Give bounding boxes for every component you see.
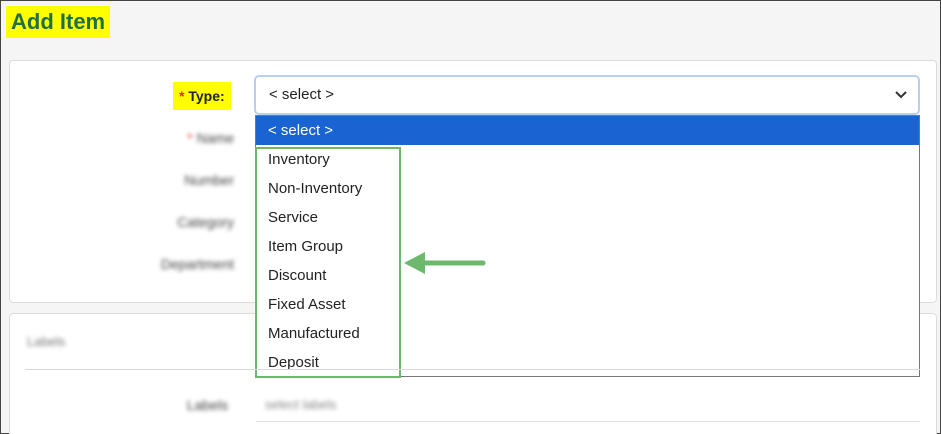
type-label-text: Type: xyxy=(188,88,225,104)
category-field-label: Category xyxy=(177,214,234,230)
name-required-marker: * xyxy=(187,130,193,146)
labels-divider xyxy=(25,369,920,370)
labels-input[interactable]: select labels xyxy=(265,397,337,412)
type-field-label: * Type: xyxy=(173,82,231,110)
name-field-label: * Name xyxy=(187,130,234,146)
labels-field-label: Labels xyxy=(186,397,228,413)
option-item-group[interactable]: Item Group xyxy=(256,232,919,261)
option-select[interactable]: < select > xyxy=(256,116,919,145)
required-marker: * xyxy=(179,88,185,104)
type-select-value: < select > xyxy=(269,86,335,103)
name-label-text: Name xyxy=(196,130,234,146)
option-inventory[interactable]: Inventory xyxy=(256,145,919,174)
option-non-inventory[interactable]: Non-Inventory xyxy=(256,174,919,203)
option-fixed-asset[interactable]: Fixed Asset xyxy=(256,290,919,319)
labels-section-title: Labels xyxy=(27,334,66,349)
page-title: Add Item xyxy=(6,6,111,38)
labels-input-underline xyxy=(256,421,920,422)
option-manufactured[interactable]: Manufactured xyxy=(256,319,919,348)
annotation-arrow-icon xyxy=(404,252,486,274)
chevron-down-icon xyxy=(895,91,907,99)
option-deposit[interactable]: Deposit xyxy=(256,348,919,377)
type-dropdown-list: < select > Inventory Non-Inventory Servi… xyxy=(255,115,920,377)
option-discount[interactable]: Discount xyxy=(256,261,919,290)
option-service[interactable]: Service xyxy=(256,203,919,232)
department-field-label: Department xyxy=(160,256,234,272)
number-field-label: Number xyxy=(184,172,234,188)
type-select[interactable]: < select > xyxy=(254,75,920,115)
